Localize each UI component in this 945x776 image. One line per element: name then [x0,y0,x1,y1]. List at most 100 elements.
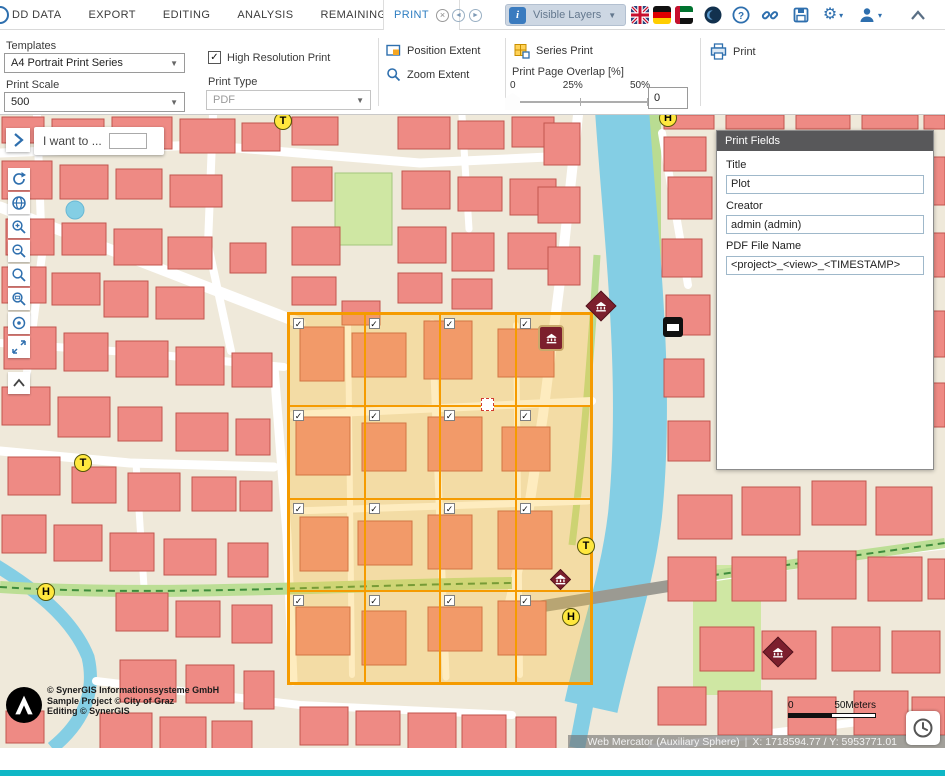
zoom-extent-button[interactable]: Zoom Extent [386,67,469,82]
print-grid-cell[interactable]: ✓ [365,406,441,498]
menu-item-analysis[interactable]: ANALYSIS [237,9,293,21]
grid-cell-checkbox[interactable]: ✓ [293,595,304,606]
visible-layers-label: Visible Layers [533,9,601,21]
scalebar: 0 50Meters [788,700,876,718]
print-grid-cell[interactable]: ✓ [289,499,365,591]
tab-print[interactable]: PRINT × [383,0,460,30]
grid-cell-checkbox[interactable]: ✓ [369,410,380,421]
grid-cell-checkbox[interactable]: ✓ [369,595,380,606]
print-scale-select[interactable]: 500▼ [4,92,185,112]
zoom-in-button[interactable] [8,216,30,238]
print-grid-cell[interactable]: ✓ [289,314,365,406]
refresh-icon [11,171,27,187]
globe-button[interactable] [8,192,30,214]
print-scale-label: Print Scale [6,79,59,91]
ribbon: Templates A4 Portrait Print Series▼ Prin… [0,30,945,115]
grid-cell-checkbox[interactable]: ✓ [444,318,455,329]
zoom-out-button[interactable] [8,240,30,262]
print-grid-cell[interactable]: ✓ [365,499,441,591]
creator-field[interactable] [726,215,924,234]
overlap-slider-track[interactable] [512,101,648,103]
print-grid-cell[interactable]: ✓ [516,406,592,498]
zoom-out-icon [11,243,27,259]
save-icon[interactable] [791,5,811,25]
print-grid-cell[interactable]: ✓ [289,591,365,683]
series-print-button[interactable]: Series Print [514,43,593,59]
flag-uk-icon[interactable] [631,6,649,24]
prev-icon-button[interactable]: ◄ [452,9,465,22]
pdf-file-name-field[interactable] [726,256,924,275]
transit-stop-marker-h[interactable]: H [562,608,580,626]
grid-cell-checkbox[interactable]: ✓ [444,503,455,514]
center-map-button[interactable] [8,312,30,334]
visible-layers-button[interactable]: i Visible Layers ▼ [505,4,626,26]
transit-stop-marker-h[interactable]: H [37,583,55,601]
menu-item-dd-data[interactable]: DD DATA [12,9,61,21]
overlap-slider-handle[interactable] [505,93,520,110]
print-series-grid[interactable]: ✓ ✓ ✓ ✓ ✓ ✓ ✓ ✓ ✓ ✓ ✓ ✓ ✓ ✓ ✓ ✓ [287,312,593,685]
link-icon[interactable] [760,5,780,25]
expand-panel-button[interactable] [6,128,30,152]
title-field[interactable] [726,175,924,194]
overlap-input[interactable] [648,87,688,109]
grid-cell-checkbox[interactable]: ✓ [520,318,531,329]
museum-square-marker[interactable] [538,325,564,351]
user-menu-button[interactable]: ▾ [856,5,884,25]
grid-cell-checkbox[interactable]: ✓ [369,318,380,329]
zoom-window-button[interactable] [8,264,30,286]
print-grid-cell[interactable]: ✓ [440,406,516,498]
collapse-toolbar-button[interactable] [8,372,30,394]
crescent-icon[interactable] [703,5,723,25]
grid-cell-checkbox[interactable]: ✓ [520,410,531,421]
full-extent-button[interactable] [8,336,30,358]
close-tab-icon[interactable]: × [436,9,449,22]
projection-label: Web Mercator (Auxiliary Sphere) [588,736,740,748]
print-button[interactable]: Print [710,43,756,60]
print-grid-cell[interactable]: ✓ [440,314,516,406]
grid-cell-checkbox[interactable]: ✓ [444,410,455,421]
series-center-marker[interactable] [481,398,494,411]
i-want-to-widget[interactable]: I want to ... [34,127,164,155]
print-grid-cell[interactable]: ✓ [516,591,592,683]
print-grid-cell[interactable]: ✓ [440,499,516,591]
settings-gear-button[interactable]: ⚙▾ [820,5,846,25]
grid-cell-checkbox[interactable]: ✓ [520,503,531,514]
grid-cell-checkbox[interactable]: ✓ [293,503,304,514]
flag-uae-icon[interactable] [675,6,693,24]
menu-item-editing[interactable]: EDITING [163,9,210,21]
next-icon-button[interactable]: ► [469,9,482,22]
menu-items: DD DATAEXPORTEDITINGANALYSISREMAINING TO… [12,0,429,30]
grid-cell-checkbox[interactable]: ✓ [444,595,455,606]
flag-germany-icon[interactable] [653,6,671,24]
menu-item-export[interactable]: EXPORT [88,9,135,21]
help-icon[interactable]: ? [731,5,751,25]
high-resolution-checkbox[interactable]: ✓ [208,51,221,64]
print-grid-cell[interactable]: ✓ [440,591,516,683]
ribbon-separator [378,38,379,106]
overlap-tick-label: 25% [563,80,583,91]
refresh-button[interactable] [8,168,30,190]
print-fields-header[interactable]: Print Fields [717,131,933,151]
statusbar-separator: | [745,736,748,748]
map-copyright: © SynerGIS Informationssysteme GmbHSampl… [47,685,219,717]
i-want-to-label: I want to ... [43,134,102,148]
grid-cell-checkbox[interactable]: ✓ [520,595,531,606]
grid-cell-checkbox[interactable]: ✓ [293,318,304,329]
poi-marker[interactable] [663,317,683,337]
zoom-selection-button[interactable] [8,288,30,310]
transit-stop-marker-t[interactable]: T [577,537,595,555]
print-grid-cell[interactable]: ✓ [289,406,365,498]
transit-stop-marker-t[interactable]: T [74,454,92,472]
grid-cell-checkbox[interactable]: ✓ [293,410,304,421]
print-type-select[interactable]: PDF▼ [206,90,371,110]
map-viewport[interactable]: ✓✓✓✓✓✓✓✓✓✓✓✓✓✓✓✓ THTTHH I want to ... Pr… [0,115,945,748]
position-extent-button[interactable]: Position Extent [386,43,480,58]
tab-print-label: PRINT [394,9,429,21]
history-clock-button[interactable] [906,711,940,745]
print-grid-cell[interactable]: ✓ [365,314,441,406]
i-want-to-input[interactable] [109,133,147,149]
print-grid-cell[interactable]: ✓ [365,591,441,683]
grid-cell-checkbox[interactable]: ✓ [369,503,380,514]
collapse-ribbon-button[interactable] [908,5,928,25]
templates-select[interactable]: A4 Portrait Print Series▼ [4,53,185,73]
